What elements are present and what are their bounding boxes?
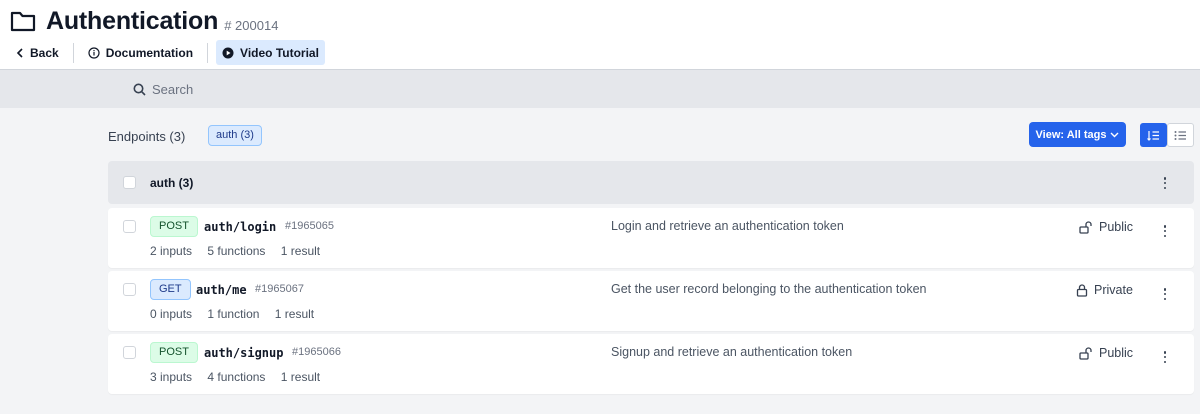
back-label: Back — [30, 45, 59, 60]
endpoint-checkbox[interactable] — [123, 220, 136, 233]
endpoint-path[interactable]: auth/signup — [204, 346, 283, 360]
more-options-icon[interactable] — [1162, 287, 1168, 301]
functions-count: 1 function — [207, 307, 260, 321]
access-label: Public — [1099, 220, 1134, 234]
divider — [207, 42, 209, 63]
unlock-icon — [1079, 346, 1092, 360]
endpoint-description: Signup and retrieve an authentication to… — [611, 345, 853, 359]
endpoint-row[interactable]: GET auth/me #1965067 0 inputs 1 function… — [108, 271, 1194, 331]
tag-filter-chip[interactable]: auth (3) — [208, 125, 262, 146]
list-icon — [1174, 130, 1186, 140]
inputs-count: 0 inputs — [150, 307, 193, 321]
divider — [72, 42, 74, 63]
results-count: 1 result — [280, 370, 321, 384]
unlock-icon — [1079, 220, 1092, 234]
view-tags-label: View: All tags — [1035, 128, 1107, 141]
endpoint-description: Get the user record belonging to the aut… — [611, 282, 927, 296]
inputs-count: 3 inputs — [150, 370, 193, 384]
title-row: Authentication # 200014 — [10, 6, 278, 36]
endpoint-checkbox[interactable] — [123, 283, 136, 296]
more-options-icon[interactable] — [1162, 176, 1168, 190]
documentation-button[interactable]: Documentation — [82, 40, 199, 65]
access-label: Private — [1094, 283, 1133, 297]
endpoints-panel: Endpoints (3) auth (3) View: All tags au… — [0, 108, 1200, 414]
access-status: Private — [1076, 283, 1133, 297]
video-tutorial-label: Video Tutorial — [240, 45, 319, 60]
endpoint-path[interactable]: auth/login — [204, 220, 276, 234]
video-tutorial-button[interactable]: Video Tutorial — [216, 40, 325, 65]
endpoint-path[interactable]: auth/me — [196, 283, 247, 297]
info-icon — [88, 46, 100, 59]
sort-list-icon — [1147, 130, 1159, 141]
inputs-count: 2 inputs — [150, 244, 193, 258]
list-view-toggle[interactable] — [1167, 123, 1194, 147]
endpoints-count: Endpoints (3) — [108, 129, 186, 144]
search-input[interactable]: Search — [133, 70, 193, 109]
access-status: Public — [1079, 346, 1133, 360]
access-label: Public — [1099, 346, 1134, 360]
folder-icon — [10, 11, 36, 32]
access-status: Public — [1079, 220, 1133, 234]
endpoint-meta: 0 inputs 1 function 1 result — [150, 307, 326, 321]
more-options-icon[interactable] — [1162, 350, 1168, 364]
results-count: 1 result — [280, 244, 321, 258]
chevron-down-icon — [1110, 132, 1119, 137]
method-badge: POST — [150, 342, 198, 363]
endpoint-checkbox[interactable] — [123, 346, 136, 359]
endpoint-id: #1965065 — [285, 220, 334, 232]
endpoint-meta: 3 inputs 4 functions 1 result — [150, 370, 332, 384]
search-icon — [133, 83, 146, 96]
group-label: auth (3) — [150, 176, 194, 190]
endpoint-row[interactable]: POST auth/signup #1965066 3 inputs 4 fun… — [108, 334, 1194, 394]
functions-count: 4 functions — [207, 370, 266, 384]
results-count: 1 result — [274, 307, 315, 321]
method-badge: POST — [150, 216, 198, 237]
endpoint-meta: 2 inputs 5 functions 1 result — [150, 244, 332, 258]
functions-count: 5 functions — [207, 244, 266, 258]
view-tags-dropdown[interactable]: View: All tags — [1029, 122, 1126, 147]
search-bar: Search — [0, 69, 1200, 108]
page-header: Authentication # 200014 Back Documentati… — [0, 0, 1200, 69]
lock-icon — [1076, 283, 1088, 297]
endpoint-id: #1965066 — [292, 346, 341, 358]
search-placeholder: Search — [152, 82, 194, 97]
back-button[interactable]: Back — [10, 40, 65, 65]
chevron-left-icon — [16, 47, 23, 58]
page-id: # 200014 — [224, 17, 279, 33]
group-header-row[interactable]: auth (3) — [108, 161, 1194, 204]
endpoint-description: Login and retrieve an authentication tok… — [611, 219, 844, 233]
method-badge: GET — [150, 279, 191, 300]
grouped-view-toggle[interactable] — [1140, 123, 1167, 147]
page-title: Authentication — [46, 6, 219, 35]
nav-row: Back Documentation Video Tutorial — [10, 40, 325, 65]
documentation-label: Documentation — [105, 45, 194, 60]
play-circle-icon — [222, 47, 234, 58]
endpoint-id: #1965067 — [255, 283, 304, 295]
more-options-icon[interactable] — [1162, 224, 1168, 238]
endpoint-row[interactable]: POST auth/login #1965065 2 inputs 5 func… — [108, 208, 1194, 268]
group-checkbox[interactable] — [123, 176, 136, 189]
